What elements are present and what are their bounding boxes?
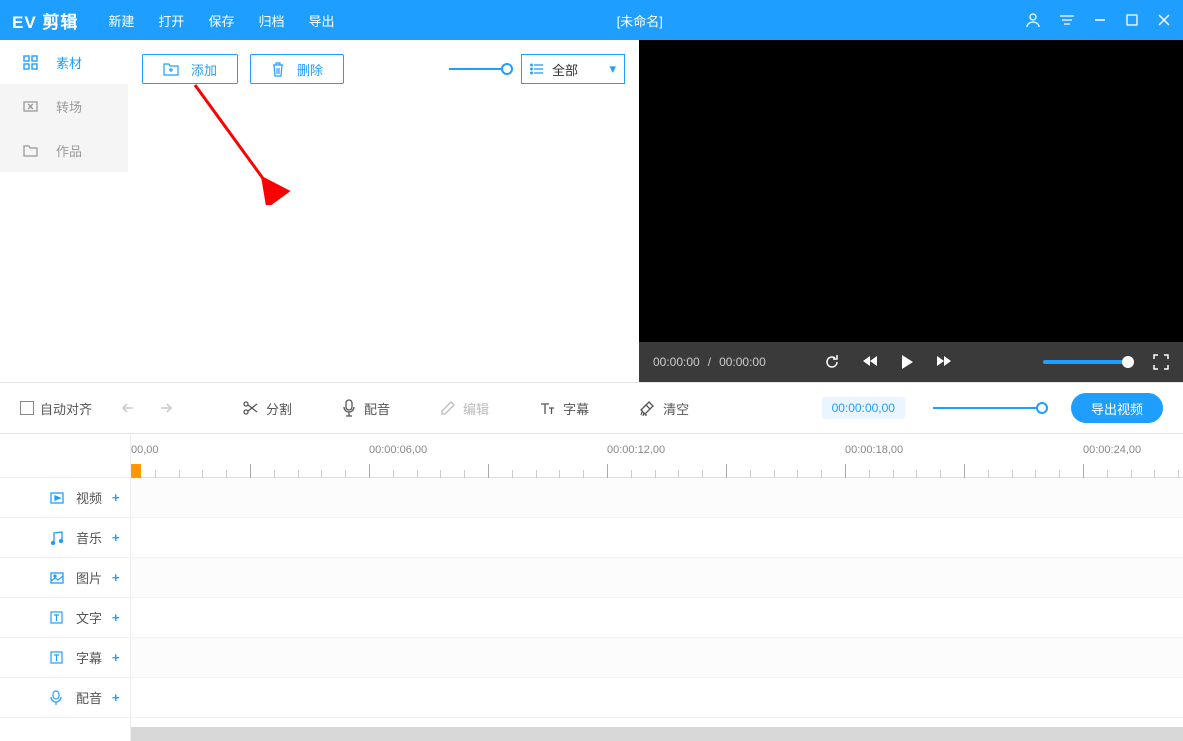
menu-save[interactable]: 保存 xyxy=(208,11,234,30)
track-row[interactable] xyxy=(131,478,1183,518)
sidebar-label: 素材 xyxy=(56,53,82,72)
material-panel: 添加 删除 全部 ▾ xyxy=(128,40,639,382)
track-text[interactable]: 文字 + xyxy=(0,598,130,638)
time-total: 00:00:00 xyxy=(719,355,766,369)
tool-subtitle[interactable]: 字幕 xyxy=(539,399,589,418)
chevron-down-icon: ▾ xyxy=(609,61,616,77)
video-icon xyxy=(50,492,66,504)
track-voiceover[interactable]: 配音 + xyxy=(0,678,130,718)
add-button[interactable]: 添加 xyxy=(142,54,238,84)
preview-panel: 00:00:00/00:00:00 xyxy=(639,40,1183,382)
image-icon xyxy=(50,572,66,584)
window-controls xyxy=(1025,12,1171,28)
track-row[interactable] xyxy=(131,638,1183,678)
preview-controls: 00:00:00/00:00:00 xyxy=(639,342,1183,382)
grid-icon xyxy=(22,55,38,70)
delete-button[interactable]: 删除 xyxy=(250,54,344,84)
undo-icon[interactable] xyxy=(122,401,140,415)
add-track-icon[interactable]: + xyxy=(112,610,120,625)
redo-icon[interactable] xyxy=(154,401,172,415)
rotate-icon[interactable] xyxy=(824,354,840,370)
track-row[interactable] xyxy=(131,598,1183,638)
video-preview[interactable] xyxy=(639,40,1183,342)
play-icon[interactable] xyxy=(900,354,914,370)
tool-edit: 编辑 xyxy=(440,399,489,418)
maximize-icon[interactable] xyxy=(1125,13,1139,27)
rewind-icon[interactable] xyxy=(862,354,878,370)
ruler-mark: 00:00:06,00 xyxy=(369,444,427,456)
minimize-icon[interactable] xyxy=(1093,13,1107,27)
ruler-mark: 00:00:24,00 xyxy=(1083,444,1141,456)
forward-icon[interactable] xyxy=(936,354,952,370)
add-track-icon[interactable]: + xyxy=(112,490,120,505)
track-row[interactable] xyxy=(131,678,1183,718)
tool-voiceover[interactable]: 配音 xyxy=(342,399,390,418)
trash-icon xyxy=(271,62,285,77)
sidebar-item-material[interactable]: 素材 xyxy=(0,40,128,84)
menu-new[interactable]: 新建 xyxy=(108,11,134,30)
add-folder-icon xyxy=(163,62,179,76)
track-subtitle[interactable]: 字幕 + xyxy=(0,638,130,678)
music-icon xyxy=(50,531,66,545)
pencil-icon xyxy=(440,401,455,416)
sidebar-label: 转场 xyxy=(56,97,82,116)
add-track-icon[interactable]: + xyxy=(112,530,120,545)
time-current: 00:00:00 xyxy=(653,355,700,369)
timeline: 视频 + 音乐 + 图片 + 文字 + 字幕 + 配音 + xyxy=(0,434,1183,741)
ruler-mark: 00:00:12,00 xyxy=(607,444,665,456)
delete-label: 删除 xyxy=(297,60,323,79)
edit-toolbar: 自动对齐 分割 配音 编辑 字幕 清空 00:00:00,00 导出视频 xyxy=(0,382,1183,434)
titlebar: EV 剪辑 新建 打开 保存 归档 导出 [未命名] xyxy=(0,0,1183,40)
volume-slider[interactable] xyxy=(1043,360,1129,364)
filter-label: 全部 xyxy=(552,60,578,79)
timeline-zoom-slider[interactable] xyxy=(933,407,1043,409)
app-logo: EV 剪辑 xyxy=(12,8,78,33)
add-label: 添加 xyxy=(191,60,217,79)
mic-icon xyxy=(342,399,356,417)
user-icon[interactable] xyxy=(1025,12,1041,28)
auto-align-label: 自动对齐 xyxy=(40,399,92,418)
tool-clear[interactable]: 清空 xyxy=(639,399,689,418)
sidebar: 素材 转场 作品 xyxy=(0,40,128,382)
track-music[interactable]: 音乐 + xyxy=(0,518,130,558)
text-icon xyxy=(539,401,555,416)
fullscreen-icon[interactable] xyxy=(1153,354,1169,370)
time-ruler[interactable]: 00,00 00:00:06,00 00:00:12,00 00:00:18,00 00… xyxy=(131,434,1183,478)
add-track-icon[interactable]: + xyxy=(112,690,120,705)
auto-align-checkbox[interactable]: 自动对齐 xyxy=(20,399,92,418)
mic-icon xyxy=(50,690,66,705)
close-icon[interactable] xyxy=(1157,13,1171,27)
playhead[interactable] xyxy=(131,464,141,478)
filter-select[interactable]: 全部 ▾ xyxy=(521,54,625,84)
text-box-icon xyxy=(50,651,66,664)
export-video-button[interactable]: 导出视频 xyxy=(1071,393,1163,423)
tool-split[interactable]: 分割 xyxy=(242,399,292,418)
checkbox-icon xyxy=(20,401,34,415)
timeline-time: 00:00:00,00 xyxy=(822,397,905,419)
list-icon xyxy=(530,63,544,75)
sidebar-label: 作品 xyxy=(56,141,82,160)
track-video[interactable]: 视频 + xyxy=(0,478,130,518)
sidebar-item-works[interactable]: 作品 xyxy=(0,128,128,172)
transition-icon xyxy=(22,99,38,114)
track-image[interactable]: 图片 + xyxy=(0,558,130,598)
settings-icon[interactable] xyxy=(1059,13,1075,27)
broom-icon xyxy=(639,400,655,416)
folder-icon xyxy=(22,144,38,157)
track-row[interactable] xyxy=(131,518,1183,558)
track-labels: 视频 + 音乐 + 图片 + 文字 + 字幕 + 配音 + xyxy=(0,434,130,741)
menu-open[interactable]: 打开 xyxy=(158,11,184,30)
sidebar-item-transition[interactable]: 转场 xyxy=(0,84,128,128)
ruler-mark: 00:00:18,00 xyxy=(845,444,903,456)
add-track-icon[interactable]: + xyxy=(112,570,120,585)
text-box-icon xyxy=(50,611,66,624)
window-title: [未命名] xyxy=(254,11,1025,30)
tracks-area[interactable]: 00,00 00:00:06,00 00:00:12,00 00:00:18,00 00… xyxy=(130,434,1183,741)
track-row[interactable] xyxy=(131,558,1183,598)
horizontal-scrollbar[interactable] xyxy=(131,727,1183,741)
zoom-slider[interactable] xyxy=(449,54,509,84)
add-track-icon[interactable]: + xyxy=(112,650,120,665)
scissors-icon xyxy=(242,400,258,416)
ruler-mark: 00,00 xyxy=(131,444,159,456)
